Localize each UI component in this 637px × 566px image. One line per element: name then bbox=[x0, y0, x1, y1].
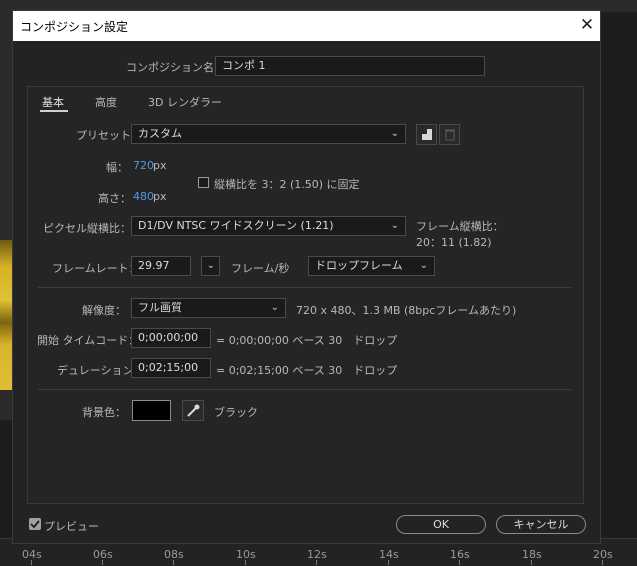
bg-color-swatch[interactable] bbox=[132, 400, 171, 421]
resolution-info: 720 x 480、1.3 MB (8bpcフレームあたり) bbox=[296, 304, 517, 317]
ok-button[interactable]: OK bbox=[396, 515, 486, 534]
timeline-tickmark bbox=[602, 560, 603, 565]
chevron-down-icon: ⌄ bbox=[390, 220, 399, 231]
comp-name-label: コンポジション名： bbox=[126, 61, 225, 74]
frame-aspect-label: フレーム縦横比： bbox=[416, 220, 504, 233]
chevron-down-icon: ⌄ bbox=[390, 128, 399, 139]
frame-rate-label: フレームレート： bbox=[52, 262, 140, 275]
save-preset-icon bbox=[422, 129, 432, 140]
save-preset-button[interactable] bbox=[416, 124, 437, 145]
height-value[interactable]: 480 bbox=[133, 190, 154, 203]
bg-color-label: 背景色： bbox=[82, 406, 126, 419]
duration-input[interactable]: 0;02;15;00 bbox=[131, 358, 211, 378]
tab-advanced[interactable]: 高度 bbox=[95, 94, 117, 110]
tab-basic[interactable]: 基本 bbox=[42, 94, 64, 110]
timeline-tickmark bbox=[102, 560, 103, 565]
comp-name-input[interactable]: コンポ 1 bbox=[215, 56, 485, 76]
dropframe-value: ドロップフレーム bbox=[315, 259, 403, 272]
trash-icon bbox=[445, 129, 455, 141]
tab-active-indicator bbox=[40, 110, 68, 112]
timeline-tickmark bbox=[173, 560, 174, 565]
divider bbox=[38, 389, 572, 390]
background-footage bbox=[0, 240, 14, 390]
checkmark-icon bbox=[30, 520, 40, 529]
lock-aspect-label: 縦横比を 3：2 (1.50) に固定 bbox=[214, 178, 360, 191]
close-icon[interactable]: ✕ bbox=[578, 14, 596, 36]
height-label: 高さ： bbox=[98, 192, 131, 205]
preset-select[interactable]: カスタム ⌄ bbox=[131, 124, 406, 144]
preview-label: プレビュー bbox=[44, 520, 99, 533]
resolution-label: 解像度： bbox=[82, 304, 126, 317]
timeline-tickmark bbox=[388, 560, 389, 565]
cancel-button[interactable]: キャンセル bbox=[496, 515, 586, 534]
timeline-tickmark bbox=[531, 560, 532, 565]
pixel-aspect-label: ピクセル縦横比： bbox=[43, 222, 131, 235]
eyedropper-icon bbox=[187, 404, 200, 417]
width-unit: px bbox=[153, 159, 167, 172]
frame-rate-dropdown[interactable]: ⌄ bbox=[201, 256, 220, 276]
start-timecode-input[interactable]: 0;00;00;00 bbox=[131, 328, 211, 348]
timeline-tickmark bbox=[245, 560, 246, 565]
resolution-value: フル画質 bbox=[138, 301, 182, 314]
preset-value: カスタム bbox=[138, 127, 182, 140]
frame-rate-input[interactable]: 29.97 bbox=[131, 256, 191, 276]
chevron-down-icon: ⌄ bbox=[419, 260, 428, 271]
pixel-aspect-select[interactable]: D1/DV NTSC ワイドスクリーン (1.21) ⌄ bbox=[131, 216, 406, 236]
duration-info: = 0;02;15;00 ベース 30 ドロップ bbox=[216, 364, 398, 377]
delete-preset-button[interactable] bbox=[439, 124, 460, 145]
frame-rate-unit: フレーム/秒 bbox=[231, 262, 290, 275]
preview-checkbox[interactable] bbox=[29, 518, 41, 530]
timeline-tickmark bbox=[316, 560, 317, 565]
dialog-title: コンポジション設定 bbox=[20, 20, 129, 34]
chevron-down-icon: ⌄ bbox=[206, 260, 215, 271]
width-label: 幅： bbox=[106, 161, 128, 174]
tab-3d-renderer[interactable]: 3D レンダラー bbox=[148, 94, 222, 110]
chevron-down-icon: ⌄ bbox=[270, 302, 279, 313]
height-unit: px bbox=[153, 190, 167, 203]
settings-panel bbox=[27, 86, 584, 504]
timeline-tickmark bbox=[31, 560, 32, 565]
width-value[interactable]: 720 bbox=[133, 159, 154, 172]
pixel-aspect-value: D1/DV NTSC ワイドスクリーン (1.21) bbox=[138, 219, 334, 232]
lock-aspect-checkbox[interactable] bbox=[198, 177, 209, 188]
bg-color-name: ブラック bbox=[214, 406, 258, 419]
eyedropper-button[interactable] bbox=[182, 400, 204, 421]
start-timecode-label: 開始 タイムコード： bbox=[37, 334, 140, 347]
frame-aspect-value: 20：11 (1.82) bbox=[416, 236, 492, 249]
resolution-select[interactable]: フル画質 ⌄ bbox=[131, 298, 286, 318]
timeline-tickmark bbox=[459, 560, 460, 565]
divider bbox=[38, 287, 572, 288]
dropframe-select[interactable]: ドロップフレーム ⌄ bbox=[308, 256, 435, 276]
start-timecode-info: = 0;00;00;00 ベース 30 ドロップ bbox=[216, 334, 398, 347]
